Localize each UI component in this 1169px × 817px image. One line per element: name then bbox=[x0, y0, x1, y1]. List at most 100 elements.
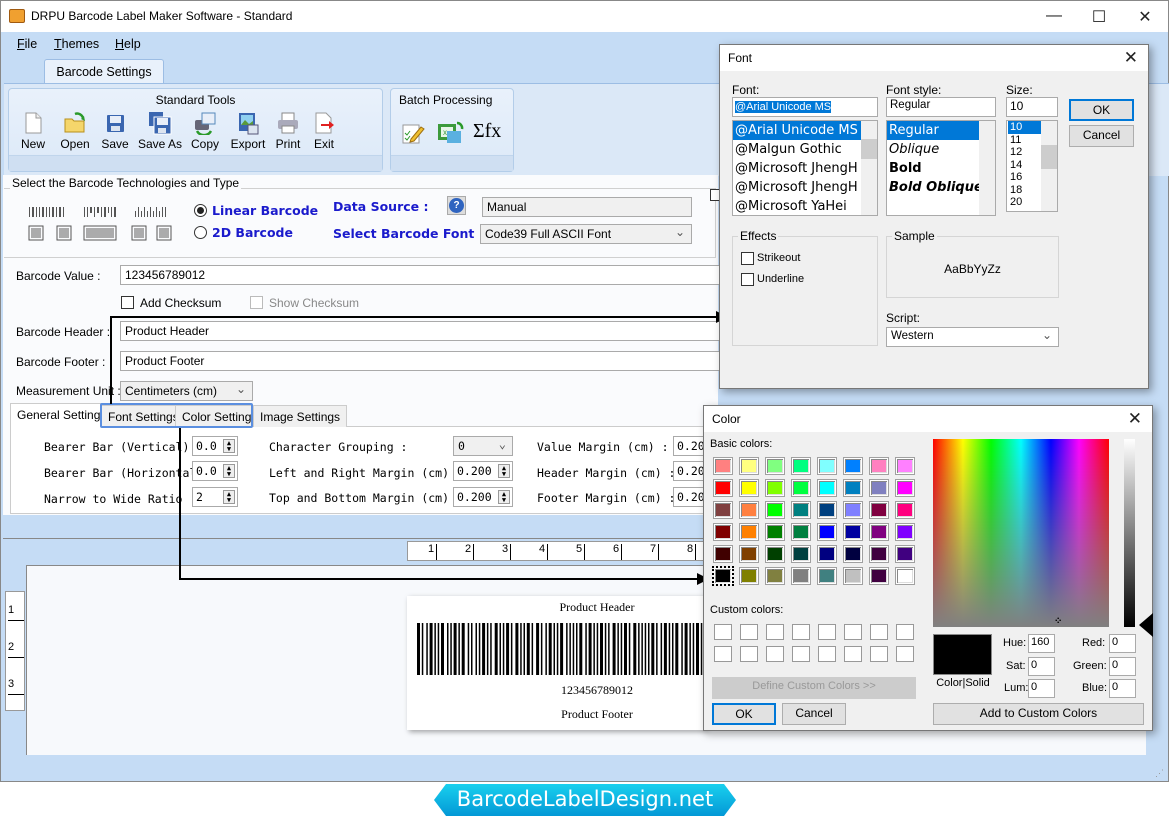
basic-color-swatch[interactable] bbox=[843, 457, 863, 475]
linear-barcode-radio[interactable] bbox=[194, 204, 207, 217]
tab-image-settings[interactable]: Image Settings bbox=[253, 405, 348, 427]
underline-label[interactable]: Underline bbox=[757, 273, 804, 285]
font-style-item[interactable]: Regular bbox=[887, 121, 979, 140]
custom-color-swatch[interactable] bbox=[714, 624, 732, 640]
basic-color-swatch[interactable] bbox=[817, 479, 837, 497]
linear-barcode-label[interactable]: Linear Barcode bbox=[212, 203, 318, 218]
add-to-custom-colors-button[interactable]: Add to Custom Colors bbox=[933, 703, 1144, 725]
custom-color-swatch[interactable] bbox=[766, 646, 784, 662]
basic-color-swatch[interactable] bbox=[843, 523, 863, 541]
color-spectrum[interactable] bbox=[933, 439, 1109, 627]
save-button[interactable]: Save bbox=[97, 111, 133, 151]
lum-input[interactable]: 0 bbox=[1028, 679, 1055, 698]
bearer-horizontal-spinner[interactable]: 0.0 ▲ ▼ bbox=[192, 461, 238, 481]
custom-color-swatch[interactable] bbox=[792, 624, 810, 640]
exit-button[interactable]: Exit bbox=[309, 111, 339, 151]
font-list-item[interactable]: @Microsoft YaHei bbox=[733, 197, 861, 215]
font-style-item[interactable]: Bold bbox=[887, 159, 979, 178]
basic-color-swatch[interactable] bbox=[739, 457, 759, 475]
basic-color-swatch[interactable] bbox=[713, 479, 733, 497]
2d-barcode-label[interactable]: 2D Barcode bbox=[212, 225, 293, 240]
formula-icon[interactable]: Σfx bbox=[473, 120, 501, 143]
basic-color-swatch[interactable] bbox=[739, 501, 759, 519]
sat-input[interactable]: 0 bbox=[1028, 657, 1055, 676]
spinner-arrows[interactable]: ▲ ▼ bbox=[223, 464, 235, 478]
barcode-value-input[interactable]: 123456789012 bbox=[120, 265, 720, 285]
grouping-select[interactable]: 0 bbox=[453, 436, 513, 456]
custom-color-swatch[interactable] bbox=[818, 646, 836, 662]
basic-color-swatch[interactable] bbox=[791, 457, 811, 475]
color-dialog-close-icon[interactable]: ✕ bbox=[1128, 409, 1142, 429]
custom-color-swatch[interactable] bbox=[792, 646, 810, 662]
size-list[interactable]: 10 11 12 14 16 18 20 bbox=[1006, 120, 1058, 212]
hue-input[interactable]: 160 bbox=[1028, 634, 1055, 653]
spinner-arrows[interactable]: ▲ ▼ bbox=[498, 464, 510, 478]
barcode-header-input[interactable]: Product Header bbox=[120, 321, 720, 341]
basic-color-swatch[interactable] bbox=[869, 523, 889, 541]
custom-color-swatch[interactable] bbox=[844, 624, 862, 640]
font-ok-button[interactable]: OK bbox=[1069, 99, 1134, 121]
luminance-slider[interactable] bbox=[1124, 439, 1135, 627]
basic-color-swatch[interactable] bbox=[817, 501, 837, 519]
font-cancel-button[interactable]: Cancel bbox=[1069, 125, 1134, 147]
basic-color-swatch[interactable] bbox=[895, 523, 915, 541]
help-button[interactable]: ? bbox=[447, 196, 466, 215]
strikeout-checkbox[interactable] bbox=[741, 252, 754, 265]
custom-color-swatch[interactable] bbox=[740, 624, 758, 640]
basic-color-swatch[interactable] bbox=[895, 545, 915, 563]
tb-margin-spinner[interactable]: 0.200 ▲ ▼ bbox=[453, 487, 513, 507]
new-button[interactable]: New bbox=[15, 111, 51, 151]
basic-color-swatch[interactable] bbox=[843, 479, 863, 497]
bearer-vertical-spinner[interactable]: 0.0 ▲ ▼ bbox=[192, 436, 238, 456]
add-checksum-label[interactable]: Add Checksum bbox=[140, 296, 221, 310]
custom-color-swatch[interactable] bbox=[896, 646, 914, 662]
2d-barcode-radio[interactable] bbox=[194, 226, 207, 239]
basic-color-swatch[interactable] bbox=[739, 479, 759, 497]
font-size-item[interactable]: 12 bbox=[1008, 146, 1041, 159]
font-style-list[interactable]: Regular Oblique Bold Bold Oblique bbox=[886, 120, 996, 216]
basic-color-swatch[interactable] bbox=[817, 457, 837, 475]
font-dialog-close-icon[interactable]: ✕ bbox=[1124, 48, 1138, 68]
custom-color-swatch[interactable] bbox=[870, 624, 888, 640]
basic-color-swatch[interactable] bbox=[843, 501, 863, 519]
basic-color-swatch[interactable] bbox=[843, 567, 863, 585]
basic-color-swatch[interactable] bbox=[869, 545, 889, 563]
maximize-button[interactable]: ☐ bbox=[1089, 7, 1109, 27]
basic-color-swatch[interactable] bbox=[713, 457, 733, 475]
font-list-item[interactable]: @Microsoft JhengH bbox=[733, 178, 861, 197]
basic-color-swatch[interactable] bbox=[791, 523, 811, 541]
copy-button[interactable]: Copy bbox=[187, 111, 223, 151]
basic-color-swatch[interactable] bbox=[817, 523, 837, 541]
font-style-item[interactable]: Bold Oblique bbox=[887, 178, 979, 197]
basic-color-swatch[interactable] bbox=[869, 567, 889, 585]
size-input[interactable]: 10 bbox=[1006, 97, 1058, 117]
data-source-field[interactable]: Manual bbox=[482, 197, 692, 217]
edit-batch-icon[interactable] bbox=[401, 121, 425, 145]
script-select[interactable]: Western bbox=[886, 327, 1059, 347]
custom-color-swatch[interactable] bbox=[870, 646, 888, 662]
green-input[interactable]: 0 bbox=[1109, 657, 1136, 676]
basic-color-swatch[interactable] bbox=[739, 567, 759, 585]
resize-grip-icon[interactable]: ⋰ bbox=[1155, 768, 1167, 780]
custom-color-swatch[interactable] bbox=[766, 624, 784, 640]
barcode-font-select[interactable]: Code39 Full ASCII Font bbox=[480, 224, 692, 244]
lr-margin-spinner[interactable]: 0.200 ▲ ▼ bbox=[453, 461, 513, 481]
custom-color-swatch[interactable] bbox=[740, 646, 758, 662]
basic-color-swatch[interactable] bbox=[765, 479, 785, 497]
basic-color-swatch[interactable] bbox=[739, 545, 759, 563]
menu-themes[interactable]: Themes bbox=[54, 37, 99, 51]
font-size-item[interactable]: 14 bbox=[1008, 159, 1041, 172]
menu-help[interactable]: Help bbox=[115, 37, 141, 51]
basic-color-swatch[interactable] bbox=[869, 479, 889, 497]
tab-general-settings[interactable]: General Settings bbox=[10, 403, 114, 427]
spinner-arrows[interactable]: ▲ ▼ bbox=[223, 439, 235, 453]
color-ok-button[interactable]: OK bbox=[712, 703, 776, 725]
font-size-item[interactable]: 18 bbox=[1008, 184, 1041, 197]
minimize-button[interactable]: — bbox=[1044, 7, 1064, 25]
basic-color-swatch[interactable] bbox=[765, 523, 785, 541]
custom-color-swatch[interactable] bbox=[714, 646, 732, 662]
basic-color-swatch[interactable] bbox=[791, 567, 811, 585]
barcode-label-preview[interactable]: Product Header 123456789012 Product Foot… bbox=[407, 596, 707, 730]
font-style-item[interactable]: Oblique bbox=[887, 140, 979, 159]
basic-color-swatch[interactable] bbox=[843, 545, 863, 563]
